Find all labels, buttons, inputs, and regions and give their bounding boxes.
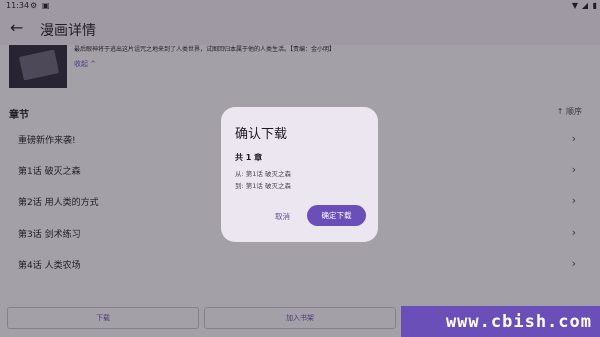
watermark: www.cbish.com bbox=[401, 306, 600, 337]
range-to: 到: 第1话 破灭之森 bbox=[235, 182, 291, 190]
range-from: 从: 第1话 破灭之森 bbox=[235, 170, 291, 178]
chapter-count: 共 1 章 bbox=[235, 153, 263, 162]
dialog-title: 确认下载 bbox=[235, 127, 288, 142]
cancel-button[interactable]: 取消 bbox=[275, 211, 290, 222]
confirm-download-button[interactable]: 确定下载 bbox=[307, 205, 366, 226]
confirm-download-dialog: 确认下载 共 1 章 从: 第1话 破灭之森 到: 第1话 破灭之森 取消 确定… bbox=[221, 107, 378, 242]
